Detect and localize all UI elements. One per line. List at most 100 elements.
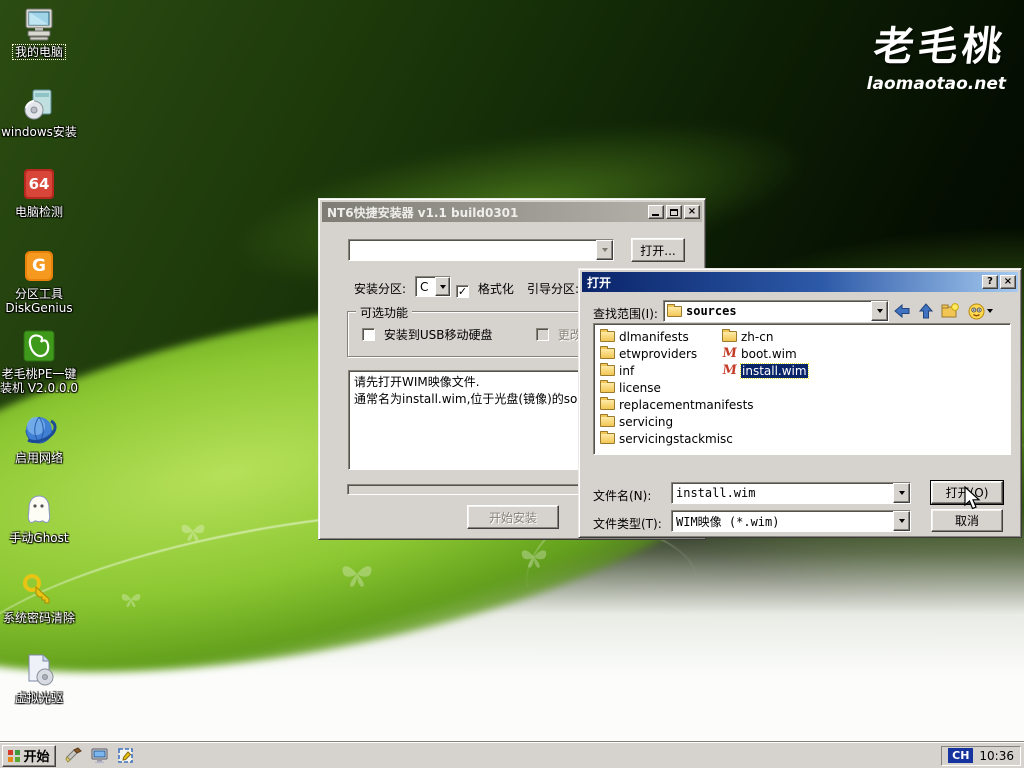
language-indicator[interactable]: CH (948, 748, 973, 763)
list-item-folder[interactable]: zh-cn (722, 329, 773, 344)
list-item-folder[interactable]: servicingstackmisc (600, 431, 733, 446)
nt6-open-button[interactable]: 打开... (631, 238, 685, 262)
laomaotao-logo: 老毛桃 laomaotao.net (867, 14, 1006, 94)
install-partition-label: 安装分区: (354, 280, 406, 297)
usb-install-checkbox[interactable]: 安装到USB移动硬盘 (362, 326, 492, 343)
folder-icon (600, 399, 615, 410)
list-item-folder[interactable]: etwproviders (600, 346, 697, 361)
file-type-combobox[interactable]: WIM映像 (*.wim) (671, 510, 911, 532)
open-dialog-title: 打开 (587, 274, 980, 291)
checkbox-unchecked-icon[interactable] (362, 328, 375, 341)
start-button[interactable]: 开始 (2, 745, 56, 767)
desktop-icon-laomaotao-pe[interactable]: 老毛桃PE一键装机 V2.0.0.0 (0, 328, 78, 395)
file-type-value: WIM映像 (*.wim) (672, 513, 779, 530)
boot-partition-label: 引导分区: (527, 280, 579, 297)
pc-check-badge: 64 (23, 168, 55, 200)
start-install-button[interactable]: 开始安装 (467, 505, 559, 529)
look-in-label: 查找范围(I): (593, 305, 658, 322)
butterfly-decoration (340, 560, 374, 588)
desktop-icon-label: 手动Ghost (0, 531, 78, 545)
list-item-folder[interactable]: servicing (600, 414, 673, 429)
butterfly-decoration (520, 545, 548, 569)
checkbox-checked-icon[interactable]: ✓ (456, 285, 469, 298)
desktop-icon-label: 我的电脑 (0, 45, 78, 59)
desktop-icon-enable-network[interactable]: 启用网络 (0, 412, 78, 465)
desktop-icon-label: 老毛桃PE一键装机 V2.0.0.0 (0, 367, 78, 395)
maximize-button[interactable] (666, 205, 682, 219)
new-folder-icon[interactable] (941, 302, 959, 320)
back-icon[interactable] (893, 302, 911, 320)
butterfly-decoration (120, 590, 142, 608)
file-name-value: install.wim (672, 486, 755, 500)
quick-launch-desktop-icon[interactable] (116, 747, 134, 765)
install-partition-combobox[interactable]: C (415, 276, 451, 297)
chevron-down-icon[interactable] (596, 240, 613, 260)
wim-path-combobox[interactable] (348, 239, 614, 261)
file-name-combobox[interactable]: install.wim (671, 482, 911, 504)
desktop-icon-windows-install[interactable]: windows安装 (0, 86, 78, 139)
desktop: 老毛桃 laomaotao.net 我的电脑 windows安装 64 电脑检测… (0, 0, 1024, 768)
desktop-icon-label: 启用网络 (0, 451, 78, 465)
folder-icon (600, 433, 615, 444)
my-computer-icon (21, 6, 57, 42)
desktop-icon-label: windows安装 (0, 125, 78, 139)
checkbox-disabled-icon (536, 328, 549, 341)
format-checkbox[interactable]: ✓ 格式化 (456, 280, 514, 298)
desktop-icon-my-computer[interactable]: 我的电脑 (0, 6, 78, 59)
nt6-title-bar[interactable]: NT6快捷安装器 v1.1 build0301 × (322, 202, 702, 222)
open-dialog-title-bar[interactable]: 打开 ? × (582, 272, 1018, 292)
folder-icon (600, 365, 615, 376)
system-tray[interactable]: CH 10:36 (941, 746, 1021, 766)
file-type-label: 文件类型(T): (593, 515, 662, 532)
format-label: 格式化 (478, 282, 514, 296)
ghost-icon (21, 492, 57, 528)
chevron-down-icon[interactable] (871, 301, 888, 321)
desktop-icon-manual-ghost[interactable]: 手动Ghost (0, 492, 78, 545)
mouse-cursor (963, 486, 982, 512)
file-list[interactable]: dlmanifests etwproviders inf license rep… (593, 323, 1011, 455)
close-button[interactable]: × (684, 205, 700, 219)
look-in-combobox[interactable]: sources (663, 300, 889, 322)
chevron-down-icon[interactable] (893, 511, 910, 531)
help-button[interactable]: ? (982, 275, 998, 289)
list-item-wim-file[interactable]: Mboot.wim (722, 346, 797, 361)
start-label: 开始 (23, 746, 49, 765)
folder-icon (600, 416, 615, 427)
logo-subtitle: laomaotao.net (867, 74, 1006, 94)
list-item-folder[interactable]: replacementmanifests (600, 397, 754, 412)
butterfly-decoration (180, 520, 206, 542)
quick-launch-display-icon[interactable] (90, 747, 108, 765)
file-name-label: 文件名(N): (593, 487, 651, 504)
cd-install-icon (21, 86, 57, 122)
logo-title: 老毛桃 (864, 14, 1009, 72)
quick-launch-sweep-icon[interactable] (64, 747, 82, 765)
folder-icon (600, 382, 615, 393)
list-item-folder[interactable]: inf (600, 363, 634, 378)
desktop-icon-password-clear[interactable]: 系统密码清除 (0, 572, 78, 625)
close-button[interactable]: × (1000, 275, 1016, 289)
list-item-wim-file-selected[interactable]: Minstall.wim (722, 363, 808, 378)
desktop-icon-label: 系统密码清除 (0, 611, 78, 625)
folder-icon (600, 331, 615, 342)
minimize-button[interactable] (648, 205, 664, 219)
list-item-folder[interactable]: dlmanifests (600, 329, 689, 344)
pc-check-64-icon: 64 (21, 166, 57, 202)
diskgenius-icon: G (21, 248, 57, 284)
desktop-icon-virtual-drive[interactable]: 虚拟光驱 (0, 652, 78, 705)
list-item-folder[interactable]: license (600, 380, 661, 395)
up-folder-icon[interactable] (917, 302, 935, 320)
desktop-icon-diskgenius[interactable]: G 分区工具DiskGenius (0, 248, 78, 315)
network-globe-icon (21, 412, 57, 448)
chevron-down-icon[interactable] (435, 277, 450, 296)
open-file-dialog: 打开 ? × 查找范围(I): sources dlmanifests etwp… (578, 268, 1022, 538)
view-menu-icon[interactable] (967, 302, 993, 320)
laomaotao-pe-icon (21, 328, 57, 364)
desktop-icon-label: 电脑检测 (0, 205, 78, 219)
clock[interactable]: 10:36 (979, 749, 1014, 763)
cancel-button[interactable]: 取消 (931, 509, 1003, 532)
partition-value: C (416, 280, 428, 294)
chevron-down-icon[interactable] (893, 483, 910, 503)
desktop-icon-pc-check[interactable]: 64 电脑检测 (0, 166, 78, 219)
look-in-value: sources (686, 304, 737, 318)
folder-icon (722, 331, 737, 342)
